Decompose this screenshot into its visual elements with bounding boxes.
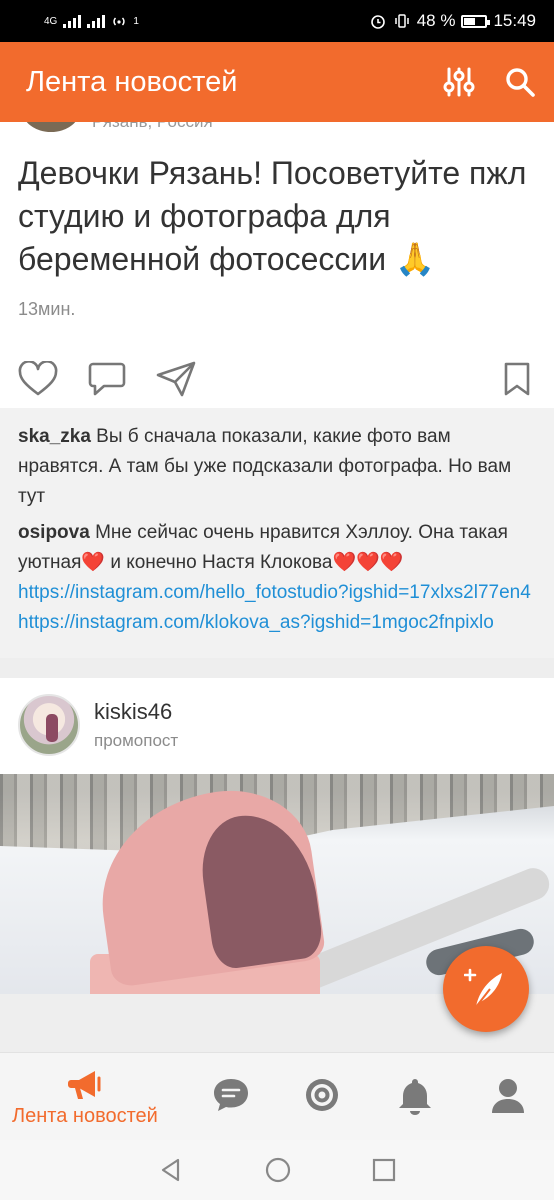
- card-divider: [0, 658, 554, 678]
- nav-item-feed[interactable]: Лента новостей: [12, 1067, 158, 1128]
- author-name[interactable]: kiskis46: [94, 699, 178, 725]
- status-right: 48 % 15:49: [369, 11, 536, 31]
- comment[interactable]: ska_zka Вы б сначала показали, какие фот…: [18, 422, 536, 512]
- post-text[interactable]: Девочки Рязань! Посоветуйте пжл студию и…: [18, 152, 536, 281]
- app-bar-actions: [442, 65, 536, 99]
- heart-icon[interactable]: [18, 361, 58, 397]
- vibrate-icon: [394, 14, 409, 28]
- status-left: 4G 1: [44, 13, 139, 29]
- nav-item-notifications[interactable]: [398, 1077, 432, 1115]
- feed-megaphone-icon: [67, 1071, 101, 1099]
- messages-icon: [214, 1079, 248, 1111]
- news-feed[interactable]: Рязань, Россия Девочки Рязань! Посоветуй…: [0, 122, 554, 1052]
- back-icon[interactable]: [158, 1157, 184, 1183]
- nav-item-messages[interactable]: [212, 1077, 250, 1113]
- clock: 15:49: [493, 11, 536, 30]
- post-author-row: Рязань, Россия: [0, 122, 554, 152]
- battery-percent: 48 %: [416, 11, 456, 30]
- author-avatar[interactable]: [22, 122, 80, 132]
- post-author-row: kiskis46 промопост: [0, 678, 554, 774]
- share-icon[interactable]: [156, 361, 196, 397]
- compose-feather-icon: [464, 968, 502, 1008]
- signal-icon: [63, 14, 82, 28]
- search-icon[interactable]: [504, 66, 536, 98]
- author-location: Рязань, Россия: [92, 122, 213, 132]
- comment-author[interactable]: osipova: [18, 522, 90, 543]
- promo-label: промопост: [94, 731, 179, 750]
- nav-item-profile[interactable]: [490, 1077, 526, 1115]
- system-nav: [0, 1140, 554, 1200]
- comment-link[interactable]: https://instagram.com/hello_fotostudio?i…: [18, 578, 536, 608]
- network-label: 4G: [44, 15, 58, 27]
- nav-label-feed: Лента новостей: [12, 1105, 158, 1127]
- bookmark-icon[interactable]: [504, 362, 530, 396]
- author-avatar[interactable]: [18, 694, 80, 756]
- discussions-target-icon: [306, 1079, 338, 1111]
- page-title: Лента новостей: [26, 65, 238, 98]
- battery-icon: [461, 14, 491, 28]
- comment-text: Мне сейчас очень нравится Хэллоу. Она та…: [18, 522, 508, 573]
- alarm-icon: [370, 15, 385, 29]
- comment[interactable]: osipova Мне сейчас очень нравится Хэллоу…: [18, 518, 536, 638]
- signal-2-icon: [87, 14, 106, 28]
- profile-icon: [492, 1079, 524, 1113]
- home-icon[interactable]: [264, 1156, 292, 1184]
- recents-icon[interactable]: [372, 1158, 396, 1182]
- comment-author[interactable]: ska_zka: [18, 426, 91, 447]
- notification-count: 1: [133, 15, 139, 27]
- post-card: kiskis46 промопост: [0, 678, 554, 994]
- compose-button[interactable]: [443, 946, 529, 1032]
- comments-section: ska_zka Вы б сначала показали, какие фот…: [0, 408, 554, 658]
- notifications-bell-icon: [399, 1079, 431, 1115]
- comment-link[interactable]: https://instagram.com/klokova_as?igshid=…: [18, 608, 536, 638]
- status-bar: 4G 1 48 % 15:49: [0, 0, 554, 42]
- nav-item-discussions[interactable]: [304, 1077, 340, 1113]
- post-actions: [18, 350, 536, 408]
- hotspot-icon: [113, 17, 125, 26]
- filter-sliders-icon[interactable]: [442, 65, 476, 99]
- post-card: Рязань, Россия Девочки Рязань! Посоветуй…: [0, 122, 554, 658]
- post-time: 13мин.: [18, 299, 76, 319]
- bottom-nav: Лента новостей: [0, 1052, 554, 1140]
- comment-text: Вы б сначала показали, какие фото вам нр…: [18, 426, 512, 507]
- app-bar: Лента новостей: [0, 42, 554, 122]
- comment-icon[interactable]: [88, 361, 126, 397]
